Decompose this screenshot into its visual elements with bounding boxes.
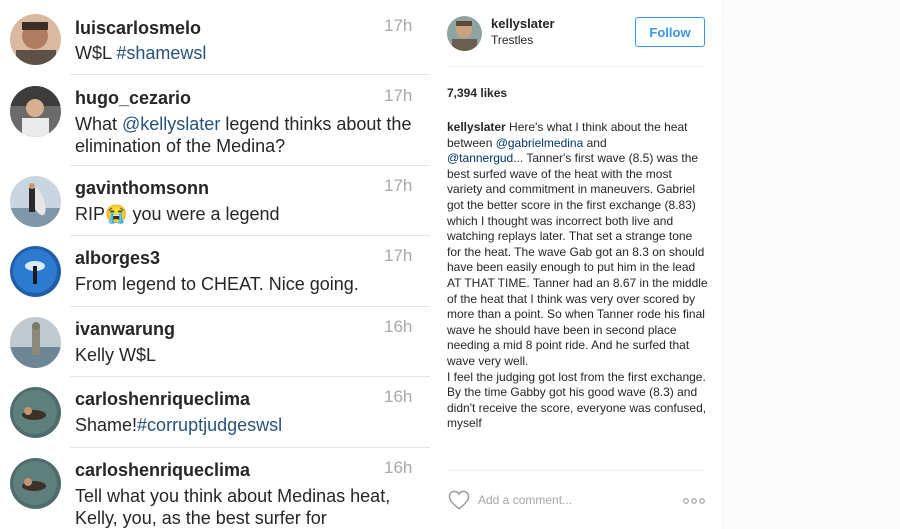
header-divider (447, 66, 705, 67)
comment-text-after: you were a legend (127, 204, 280, 224)
comment-text: W$L #shamewsl (75, 42, 420, 64)
comment-text: Tell what you think about Medinas heat, … (75, 486, 391, 528)
comment-divider (70, 376, 430, 377)
post-username[interactable]: kellyslater (491, 16, 555, 31)
comment-text: What @kellyslater legend thinks about th… (75, 113, 420, 157)
avatar[interactable] (10, 458, 61, 509)
comment-text: RIP😭 you were a legend (75, 203, 420, 225)
comment-username[interactable]: carloshenriqueclima (75, 389, 250, 410)
avatar[interactable] (10, 86, 61, 137)
post-panel: kellyslater Trestles Follow 7,394 likes … (432, 0, 722, 529)
comment-item: ivanwarung 16h Kelly W$L (0, 315, 430, 385)
background-area (722, 0, 900, 529)
avatar[interactable] (10, 387, 61, 438)
comment-divider (70, 306, 430, 307)
comment-text: Shame!#corruptjudgeswsl (75, 414, 420, 436)
mention-link[interactable]: @tannergud (447, 151, 513, 165)
comment-username[interactable]: carloshenriqueclima (75, 460, 250, 481)
comment-timestamp: 17h (384, 16, 413, 35)
comment-item: alborges3 17h From legend to CHEAT. Nice… (0, 244, 430, 314)
comment-item: carloshenriqueclima 16h Tell what you th… (0, 456, 430, 529)
comment-item: carloshenriqueclima 16h Shame!#corruptju… (0, 385, 430, 455)
caption-text: ... Tanner's first wave (8.5) was the be… (447, 151, 708, 368)
mention-link[interactable]: @gabrielmedina (496, 136, 584, 150)
avatar[interactable] (10, 246, 61, 297)
comment-username[interactable]: hugo_cezario (75, 88, 191, 109)
follow-button[interactable]: Follow (635, 17, 705, 47)
comment-username[interactable]: luiscarlosmelo (75, 18, 201, 39)
avatar[interactable] (10, 317, 61, 368)
hashtag-link[interactable]: #shamewsl (116, 43, 206, 63)
comment-text-plain: W$L (75, 43, 117, 63)
comment-item: gavinthomsonn 17h RIP😭 you were a legend (0, 174, 430, 244)
comment-divider (70, 235, 430, 236)
comment-divider (70, 447, 430, 448)
hashtag-link[interactable]: #corruptjudgeswsl (137, 415, 282, 435)
caption-text: and (583, 135, 607, 150)
comment-timestamp: 16h (384, 387, 413, 406)
comment-timestamp: 17h (384, 246, 413, 265)
avatar[interactable] (10, 176, 61, 227)
crying-face-emoji: 😭 (105, 204, 128, 224)
comment-username[interactable]: ivanwarung (75, 319, 175, 340)
comment-text-plain: RIP (75, 204, 106, 224)
post-location[interactable]: Trestles (491, 33, 533, 47)
comment-divider (70, 74, 430, 75)
comment-text-plain: What (75, 114, 123, 134)
comment-timestamp: 16h (384, 317, 413, 336)
caption-username[interactable]: kellyslater (447, 120, 506, 134)
comment-item: luiscarlosmelo 17h W$L #shamewsl (0, 8, 430, 78)
mention-link[interactable]: @kellyslater (122, 114, 220, 134)
comment-text-plain: Shame! (75, 415, 138, 435)
comment-username[interactable]: alborges3 (75, 248, 160, 269)
comment-username[interactable]: gavinthomsonn (75, 178, 209, 199)
comment-divider (70, 165, 430, 166)
comment-text: Kelly W$L (75, 345, 157, 365)
comment-timestamp: 17h (384, 176, 413, 195)
post-caption: kellyslater Here's what I think about th… (447, 120, 709, 468)
comment-list: luiscarlosmelo 17h W$L #shamewsl hugo_ce… (0, 0, 430, 529)
avatar[interactable] (10, 14, 61, 65)
add-comment-input[interactable] (478, 490, 678, 510)
heart-icon[interactable] (448, 490, 470, 510)
comment-timestamp: 17h (384, 86, 413, 105)
more-options-icon[interactable] (682, 494, 706, 506)
comment-item: hugo_cezario 17h What @kellyslater legen… (0, 84, 430, 168)
post-avatar[interactable] (447, 16, 482, 51)
likes-count[interactable]: 7,394 likes (447, 86, 507, 100)
caption-text: I feel the judging got lost from the fir… (447, 369, 707, 431)
footer-divider (447, 470, 705, 471)
comment-timestamp: 16h (384, 458, 413, 477)
comment-text: From legend to CHEAT. Nice going. (75, 274, 359, 294)
